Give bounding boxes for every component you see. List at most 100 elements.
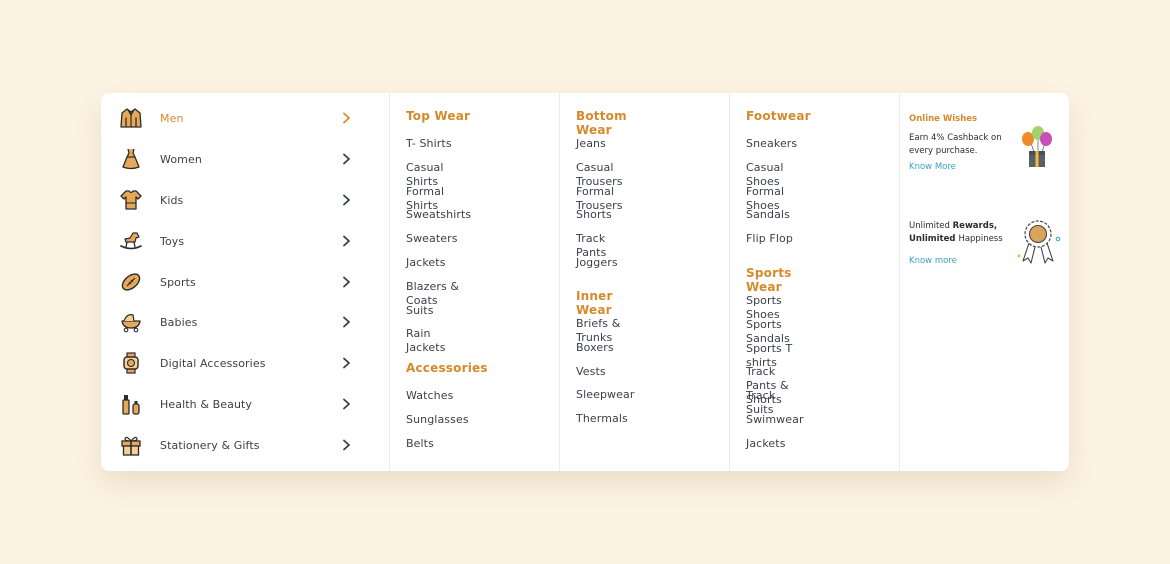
menu-link[interactable]: Vests	[576, 365, 634, 389]
promo-text-bold: Rewards,	[952, 221, 998, 231]
link-list: Watches Sunglasses Belts	[406, 389, 488, 460]
group-top-wear: Top Wear T- Shirts Casual Shirts Formal …	[406, 109, 471, 354]
chevron-right-icon	[343, 153, 350, 165]
menu-link[interactable]: Sneakers	[746, 137, 811, 161]
group-title[interactable]: Accessories	[406, 361, 488, 381]
sidebar-item-sports[interactable]: Sports	[101, 262, 389, 302]
sidebar-item-label: Men	[160, 111, 184, 125]
column-divider	[729, 93, 730, 471]
dress-icon	[122, 148, 140, 170]
promo-line: every purchase.	[909, 145, 978, 156]
column-divider	[559, 93, 560, 471]
group-title[interactable]: Sports Wear	[746, 266, 804, 294]
sidebar-item-label: Women	[160, 152, 202, 166]
sidebar-item-label: Babies	[160, 315, 198, 329]
sidebar-item-women[interactable]: Women	[101, 139, 389, 179]
menu-link[interactable]: Casual Shirts	[406, 161, 471, 188]
link-list: Briefs & Trunks Boxers Vests Sleepwear T…	[576, 317, 634, 436]
promo-line: Earn 4% Cashback on	[909, 133, 1002, 143]
menu-link[interactable]: Jeans	[576, 137, 627, 161]
menu-link[interactable]: Formal Shoes	[746, 185, 811, 212]
menu-link[interactable]: Suits	[406, 304, 471, 328]
link-list: Jeans Casual Trousers Formal Trousers Sh…	[576, 137, 627, 280]
menu-link[interactable]: Sports T shirts	[746, 342, 804, 369]
group-title[interactable]: Bottom Wear	[576, 109, 627, 137]
promo-online-wishes: Online Wishes Earn 4% Cashback on every …	[909, 114, 1002, 172]
menu-link[interactable]: Boxers	[576, 341, 634, 365]
group-accessories: Accessories Watches Sunglasses Belts	[406, 361, 488, 460]
chevron-right-icon	[343, 398, 350, 410]
group-title[interactable]: Top Wear	[406, 109, 471, 129]
menu-link[interactable]: Track Pants	[576, 232, 627, 259]
menu-link[interactable]: Sweaters	[406, 232, 471, 256]
group-footwear: Footwear Sneakers Casual Shoes Formal Sh…	[746, 109, 811, 256]
menu-link[interactable]: Sunglasses	[406, 413, 488, 437]
promo-text: Unlimited Rewards, Unlimited Happiness	[909, 220, 1003, 245]
sidebar-item-digital-accessories[interactable]: Digital Accessories	[101, 343, 389, 383]
column-divider	[899, 93, 900, 471]
column-divider	[389, 93, 390, 471]
menu-link[interactable]: Track Suits	[746, 389, 804, 416]
stroller-icon	[121, 314, 141, 333]
menu-link[interactable]: Jackets	[406, 256, 471, 280]
menu-link[interactable]: Flip Flop	[746, 232, 811, 256]
menu-link[interactable]: Sleepwear	[576, 388, 634, 412]
rocking-horse-icon	[120, 232, 142, 250]
menu-link[interactable]: Jackets	[746, 437, 804, 461]
mega-menu: Men Women Kids Toys Sports Babies Digita…	[101, 93, 1069, 471]
sidebar-item-stationery-gifts[interactable]: Stationery & Gifts	[101, 425, 389, 465]
sidebar-item-label: Health & Beauty	[160, 397, 253, 411]
menu-link[interactable]: T- Shirts	[406, 137, 471, 161]
chevron-right-icon	[343, 276, 350, 288]
menu-link[interactable]: Watches	[406, 389, 488, 413]
jacket-icon	[120, 108, 142, 128]
menu-link[interactable]: Formal Shirts	[406, 185, 471, 212]
menu-link[interactable]: Joggers	[576, 256, 627, 280]
promo-line: Unlimited Rewards,	[909, 220, 1003, 233]
sidebar-item-health-beauty[interactable]: Health & Beauty	[101, 384, 389, 424]
promo-text-regular: Happiness	[958, 233, 1003, 244]
menu-link[interactable]: Thermals	[576, 412, 634, 436]
menu-link[interactable]: Sandals	[746, 208, 811, 232]
chevron-right-icon	[343, 357, 350, 369]
menu-link[interactable]: Sweatshirts	[406, 208, 471, 232]
smartwatch-icon	[123, 352, 139, 374]
promo-line: Unlimited Happiness	[909, 233, 1003, 246]
kids-shirt-icon	[120, 190, 142, 210]
know-more-link[interactable]: Know More	[909, 162, 1002, 172]
menu-link[interactable]: Briefs & Trunks	[576, 317, 634, 344]
group-title[interactable]: Inner Wear	[576, 289, 634, 317]
promo-text-regular: Unlimited	[909, 221, 953, 231]
know-more-link[interactable]: Know more	[909, 256, 1003, 266]
promo-unlimited-rewards: Unlimited Rewards, Unlimited Happiness K…	[909, 220, 1003, 266]
menu-link[interactable]: Sports Sandals	[746, 318, 804, 345]
award-ribbon-icon	[1017, 220, 1061, 264]
link-list: T- Shirts Casual Shirts Formal Shirts Sw…	[406, 137, 471, 354]
sidebar-item-label: Toys	[160, 234, 185, 248]
promo-title: Online Wishes	[909, 114, 978, 124]
gift-icon	[121, 436, 141, 456]
chevron-right-icon	[343, 316, 350, 328]
chevron-right-icon	[343, 194, 350, 206]
promo-text: Earn 4% Cashback on every purchase.	[909, 132, 1002, 157]
sidebar-item-label: Sports	[160, 275, 196, 289]
menu-link[interactable]: Casual Trousers	[576, 161, 627, 188]
menu-link[interactable]: Blazers & Coats	[406, 280, 471, 307]
sidebar-item-label: Kids	[160, 193, 184, 207]
link-list: Sports Shoes Sports Sandals Sports T shi…	[746, 294, 804, 461]
cosmetics-icon	[122, 395, 140, 415]
sidebar-item-babies[interactable]: Babies	[101, 302, 389, 342]
menu-link[interactable]: Track Pants & Shorts	[746, 365, 804, 406]
menu-link[interactable]: Belts	[406, 437, 488, 461]
menu-link[interactable]: Sports Shoes	[746, 294, 804, 321]
group-title[interactable]: Footwear	[746, 109, 811, 129]
sidebar-item-toys[interactable]: Toys	[101, 221, 389, 261]
menu-link[interactable]: Swimwear	[746, 413, 804, 437]
chevron-right-icon	[343, 112, 350, 124]
menu-link[interactable]: Rain Jackets	[406, 327, 471, 354]
sidebar-item-kids[interactable]: Kids	[101, 180, 389, 220]
promo-text-bold: Unlimited	[909, 233, 959, 244]
sidebar-item-men[interactable]: Men	[101, 98, 389, 138]
sidebar-item-label: Digital Accessories	[160, 356, 266, 370]
menu-link[interactable]: Casual Shoes	[746, 161, 811, 188]
